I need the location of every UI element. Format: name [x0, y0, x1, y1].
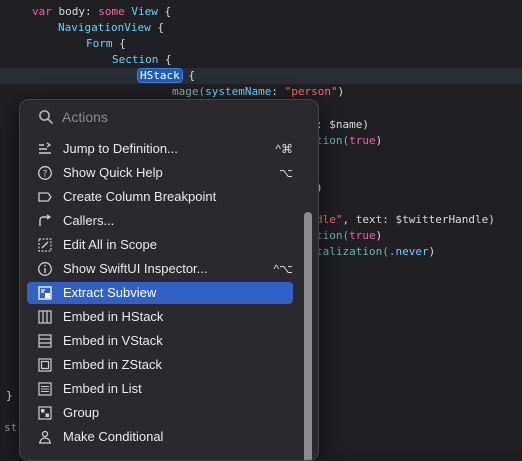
menu-item-group[interactable]: Group: [27, 402, 293, 424]
code-line: mage(systemName: "person"): [172, 85, 345, 98]
group-icon: [38, 406, 52, 420]
current-line-highlight: [0, 68, 522, 84]
code-line: Form {: [86, 37, 126, 50]
selected-token[interactable]: HStack: [137, 68, 183, 83]
menu-item-create-column-breakpoint[interactable]: Create Column Breakpoint: [27, 186, 293, 208]
conditional-icon: [39, 430, 51, 444]
jump-definition-icon: [39, 142, 52, 154]
code-line: var body: some View {: [32, 5, 172, 18]
code-line: NavigationView {: [58, 21, 164, 34]
search-placeholder: Actions: [62, 109, 108, 125]
menu-item-edit-all-in-scope[interactable]: Edit All in Scope: [27, 234, 293, 256]
menu-item-show-swiftui-inspector[interactable]: Show SwiftUI Inspector... ^⌥: [27, 258, 293, 280]
menu-item-make-conditional[interactable]: Make Conditional: [27, 426, 293, 448]
edit-scope-icon: [38, 238, 52, 252]
code-line: }: [6, 389, 13, 402]
svg-text:?: ?: [43, 170, 48, 180]
code-line: tion(true): [316, 134, 383, 147]
menu-item-embed-in-vstack[interactable]: Embed in VStack: [27, 330, 293, 352]
info-circle-icon: [38, 262, 52, 276]
vstack-icon: [38, 334, 52, 348]
menu-item-extract-subview[interactable]: Extract Subview: [27, 282, 293, 304]
actions-menu: Actions Jump to Definition... ^⌘ ? Show …: [19, 99, 319, 461]
callers-icon: [39, 214, 52, 226]
menu-item-callers[interactable]: Callers...: [27, 210, 293, 232]
extract-subview-icon: [38, 286, 52, 300]
code-line: : $name): [316, 118, 369, 131]
menu-scrollbar[interactable]: [304, 212, 312, 460]
menu-item-embed-in-zstack[interactable]: Embed in ZStack: [27, 354, 293, 376]
menu-item-embed-in-list[interactable]: Embed in List: [27, 378, 293, 400]
menu-item-embed-in-hstack[interactable]: Embed in HStack: [27, 306, 293, 328]
menu-item-jump-to-definition[interactable]: Jump to Definition... ^⌘: [27, 138, 293, 160]
hstack-icon: [38, 310, 52, 324]
shortcut-label: ⌥: [279, 166, 293, 180]
code-line: st: [4, 421, 18, 434]
search-icon: [39, 110, 53, 124]
code-line: HStack {: [137, 68, 195, 83]
question-circle-icon: ?: [38, 166, 52, 180]
actions-search[interactable]: Actions: [20, 100, 318, 134]
zstack-icon: [38, 358, 52, 372]
menu-item-show-quick-help[interactable]: ? Show Quick Help ⌥: [27, 162, 293, 184]
code-line: talization(.never): [316, 245, 436, 258]
code-line: Section {: [112, 53, 172, 66]
code-line: dle", text: $twitterHandle): [316, 213, 495, 226]
list-icon: [38, 382, 52, 396]
code-line: tion(true): [316, 229, 383, 242]
breakpoint-icon: [38, 192, 52, 202]
shortcut-label: ^⌘: [275, 142, 293, 156]
shortcut-label: ^⌥: [273, 262, 293, 276]
